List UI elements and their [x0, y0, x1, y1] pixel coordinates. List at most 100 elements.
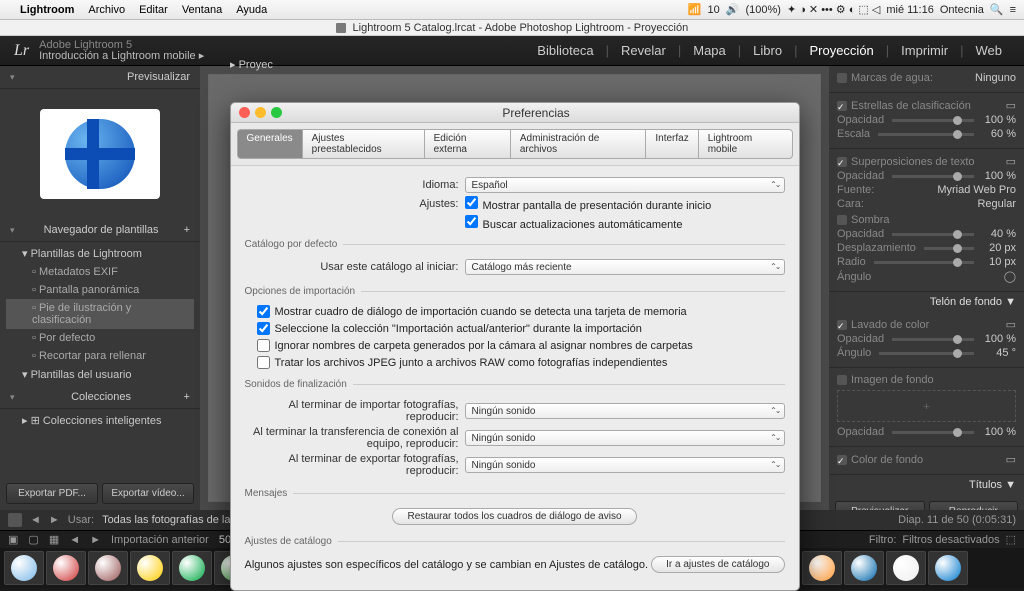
lr-identity[interactable]: Adobe Lightroom 5 Introducción a Lightro… — [39, 40, 204, 62]
module-biblioteca[interactable]: Biblioteca — [529, 41, 601, 60]
main-window-icon[interactable]: ▣ — [8, 533, 18, 546]
module-mapa[interactable]: Mapa — [685, 41, 734, 60]
watermark-checkbox[interactable] — [837, 73, 847, 83]
angle-dial-icon[interactable]: ◯ — [1004, 270, 1016, 283]
next-icon[interactable]: ► — [49, 514, 60, 526]
export-video-button[interactable]: Exportar vídeo... — [102, 483, 194, 504]
import-collection-checkbox[interactable] — [257, 322, 270, 335]
prev-icon[interactable]: ◄ — [30, 514, 41, 526]
bg-image-dropzone[interactable]: + — [837, 390, 1016, 422]
template-item[interactable]: ▫ Metadatos EXIF — [6, 263, 194, 281]
menu-file[interactable]: Archivo — [88, 4, 125, 16]
menu-help[interactable]: Ayuda — [236, 4, 267, 16]
import-dialog-checkbox[interactable] — [257, 305, 270, 318]
shadow-radius-slider[interactable] — [874, 261, 974, 264]
bgcolor-checkbox[interactable] — [837, 455, 847, 465]
filmstrip-thumb[interactable] — [4, 551, 44, 585]
filmstrip-thumb[interactable] — [802, 551, 842, 585]
filmstrip-thumb[interactable] — [46, 551, 86, 585]
filmstrip-thumb[interactable] — [928, 551, 968, 585]
add-template-icon[interactable]: + — [184, 224, 190, 236]
close-icon[interactable] — [239, 107, 250, 118]
template-item[interactable]: ▫ Por defecto — [6, 329, 194, 347]
user-name[interactable]: Ontecnia — [940, 4, 984, 16]
module-libro[interactable]: Libro — [745, 41, 790, 60]
module-proyeccion[interactable]: Proyección — [801, 41, 881, 60]
text-overlay-checkbox[interactable] — [837, 157, 847, 167]
colorwash-checkbox[interactable] — [837, 320, 847, 330]
titles-header[interactable]: Títulos ▼ — [829, 475, 1024, 495]
volume-icon[interactable]: 🔊 — [726, 3, 740, 16]
tether-sound-select[interactable]: Ningún sonido — [465, 430, 785, 446]
shadow-checkbox[interactable] — [837, 215, 847, 225]
template-browser-header[interactable]: Navegador de plantillas+ — [0, 219, 200, 242]
rating-checkbox[interactable] — [837, 101, 847, 111]
filmstrip-thumb[interactable] — [88, 551, 128, 585]
language-select[interactable]: Español — [465, 177, 785, 193]
stop-icon[interactable] — [8, 513, 22, 527]
template-item[interactable]: ▫ Pantalla panorámica — [6, 281, 194, 299]
module-web[interactable]: Web — [968, 41, 1011, 60]
jpeg-raw-checkbox[interactable] — [257, 356, 270, 369]
menu-window[interactable]: Ventana — [182, 4, 222, 16]
spotlight-icon[interactable]: 🔍 — [990, 3, 1004, 16]
bgimage-opacity-slider[interactable] — [892, 431, 974, 434]
clock[interactable]: mié 11:16 — [886, 4, 934, 16]
wifi-icon[interactable]: 📶 — [688, 3, 702, 16]
template-item[interactable]: ▾ Plantillas de Lightroom — [6, 244, 194, 263]
preview-button[interactable]: Previsualizar — [835, 501, 925, 510]
center-tab[interactable]: ▸ Proyec — [230, 58, 273, 71]
backdrop-header[interactable]: Telón de fondo ▼ — [829, 292, 1024, 312]
nav-back-icon[interactable]: ◄ — [69, 534, 80, 546]
preview-header[interactable]: Previsualizar — [0, 66, 200, 89]
import-sound-select[interactable]: Ningún sonido — [465, 403, 785, 419]
mobile-intro-link[interactable]: Introducción a Lightroom mobile ▸ — [39, 51, 204, 62]
dialog-titlebar[interactable]: Preferencias — [231, 103, 799, 123]
startup-catalog-select[interactable]: Catálogo más reciente — [465, 259, 785, 275]
tab-interface[interactable]: Interfaz — [645, 129, 697, 159]
module-revelar[interactable]: Revelar — [613, 41, 674, 60]
export-sound-select[interactable]: Ningún sonido — [465, 457, 785, 473]
template-item[interactable]: ▫ Recortar para rellenar — [6, 347, 194, 365]
reset-warnings-button[interactable]: Restaurar todos los cuadros de diálogo d… — [392, 508, 636, 525]
filmstrip-thumb[interactable] — [130, 551, 170, 585]
nav-fwd-icon[interactable]: ► — [90, 534, 101, 546]
template-item[interactable]: ▫ Pie de ilustración y clasificación — [6, 299, 194, 329]
rating-color-swatch[interactable]: ▭ — [1006, 99, 1016, 112]
module-imprimir[interactable]: Imprimir — [893, 41, 956, 60]
tab-presets[interactable]: Ajustes preestablecidos — [302, 129, 424, 159]
smart-collections[interactable]: ▸ ⊞ Colecciones inteligentes — [6, 411, 194, 430]
colorwash-opacity-slider[interactable] — [892, 338, 974, 341]
filter-select[interactable]: Filtros desactivados — [902, 534, 999, 546]
ignore-camera-folders-checkbox[interactable] — [257, 339, 270, 352]
shadow-opacity-slider[interactable] — [892, 233, 974, 236]
filmstrip-source[interactable]: Importación anterior — [111, 534, 209, 546]
text-opacity-slider[interactable] — [892, 175, 974, 178]
zoom-icon[interactable] — [271, 107, 282, 118]
tab-generales[interactable]: Generales — [237, 129, 302, 159]
filmstrip-thumb[interactable] — [886, 551, 926, 585]
tab-lr-mobile[interactable]: Lightroom mobile — [698, 129, 793, 159]
bgimage-checkbox[interactable] — [837, 375, 847, 385]
face-select[interactable]: Regular — [868, 198, 1016, 210]
check-updates-checkbox[interactable]: Buscar actualizaciones automáticamente — [465, 215, 683, 231]
notifications-icon[interactable]: ≡ — [1010, 4, 1016, 16]
template-item[interactable]: ▾ Plantillas del usuario — [6, 365, 194, 384]
filmstrip-thumb[interactable] — [172, 551, 212, 585]
colorwash-swatch[interactable]: ▭ — [1006, 318, 1016, 331]
add-collection-icon[interactable]: + — [184, 391, 190, 403]
filmstrip-thumb[interactable] — [844, 551, 884, 585]
export-pdf-button[interactable]: Exportar PDF... — [6, 483, 98, 504]
shadow-offset-slider[interactable] — [924, 247, 974, 250]
goto-catalog-settings-button[interactable]: Ir a ajustes de catálogo — [651, 556, 784, 573]
rating-opacity-slider[interactable] — [892, 119, 974, 122]
minimize-icon[interactable] — [255, 107, 266, 118]
rating-scale-slider[interactable] — [878, 133, 974, 136]
colorwash-angle-slider[interactable] — [879, 352, 974, 355]
text-color-swatch[interactable]: ▭ — [1006, 155, 1016, 168]
menu-edit[interactable]: Editar — [139, 4, 168, 16]
tab-external-edit[interactable]: Edición externa — [424, 129, 510, 159]
grid-icon[interactable]: ▦ — [49, 533, 59, 546]
second-window-icon[interactable]: ▢ — [28, 533, 38, 546]
play-button[interactable]: Reproducir — [929, 501, 1019, 510]
